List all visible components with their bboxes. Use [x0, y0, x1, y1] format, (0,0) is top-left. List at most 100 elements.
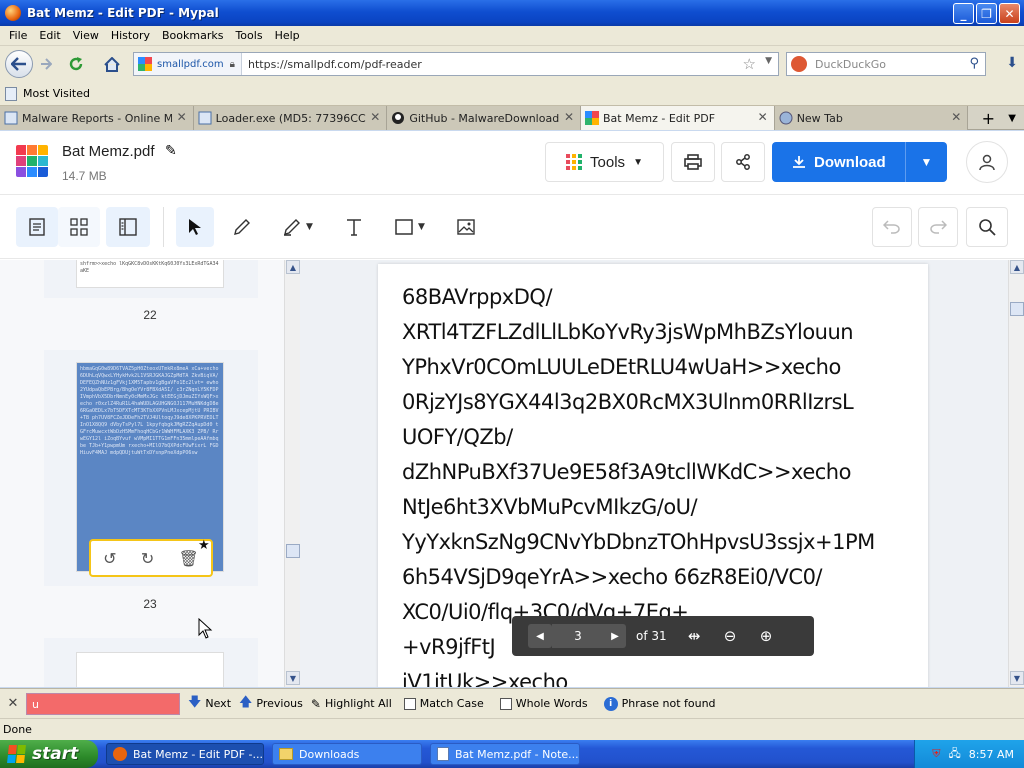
- page-thumbnail-22[interactable]: shfrm>>xecho lKqGKC8vDOsKKtKq60J0Ys3LExR…: [76, 260, 224, 288]
- smallpdf-app: Bat Memz.pdf ✎ 14.7 MB Tools ▼ Download …: [0, 131, 1024, 687]
- document-viewer[interactable]: 68BAVrppxDQ/ XRTl4TZFLZdlLlLbKoYvRy3jsWp…: [300, 260, 1008, 687]
- site-identity-badge[interactable]: smallpdf.com 🔒︎: [134, 53, 242, 75]
- url-text[interactable]: https://smallpdf.com/pdf-reader: [242, 58, 422, 71]
- next-page-chevron-icon[interactable]: ▶: [604, 624, 626, 648]
- pen-tool-button[interactable]: [222, 207, 262, 247]
- close-window-button[interactable]: ✕: [999, 3, 1020, 24]
- tab-close-icon[interactable]: ✕: [758, 110, 768, 124]
- whole-words-checkbox[interactable]: Whole Words: [499, 697, 588, 710]
- start-button[interactable]: start: [0, 740, 98, 768]
- zoom-out-icon[interactable]: ⊖: [712, 627, 748, 645]
- scrollbar-thumb[interactable]: [286, 544, 300, 558]
- checkbox-box[interactable]: [499, 697, 512, 710]
- reload-button[interactable]: [63, 51, 89, 77]
- fit-width-icon[interactable]: ⇹: [676, 627, 712, 645]
- thumbnail-scrollbar[interactable]: ▲ ▼: [284, 260, 300, 687]
- page-text-line: 0RjzYJs8YGX44l3q2BX0RcMX3Ulnm0RRlIzrsL: [402, 390, 854, 414]
- page-number-input[interactable]: 3: [552, 624, 604, 648]
- security-shield-icon[interactable]: ⛨: [932, 747, 940, 761]
- forward-button[interactable]: [33, 51, 59, 77]
- download-options-chevron-icon[interactable]: ▼: [906, 155, 947, 169]
- new-tab-plus-icon[interactable]: +: [976, 106, 1000, 130]
- tab-bat-memz[interactable]: Bat Memz - Edit PDF ✕: [581, 106, 775, 130]
- clock[interactable]: 8:57 AM: [969, 748, 1014, 761]
- back-button[interactable]: [5, 50, 33, 78]
- menu-view[interactable]: View: [67, 29, 105, 42]
- user-account-button[interactable]: [966, 141, 1008, 183]
- grid-view-button[interactable]: [58, 207, 100, 247]
- search-document-button[interactable]: [966, 207, 1008, 247]
- menu-history[interactable]: History: [105, 29, 156, 42]
- tab-list-dropdown-icon[interactable]: ▼: [1000, 106, 1024, 130]
- sidebar-thumbnails-toggle[interactable]: [106, 207, 150, 247]
- most-visited-bookmark[interactable]: Most Visited: [23, 87, 90, 100]
- scrollbar-thumb[interactable]: [1010, 302, 1024, 316]
- forward-arrow-icon: [41, 58, 52, 70]
- page-thumbnail-24[interactable]: [76, 652, 224, 687]
- image-tool-button[interactable]: [446, 207, 486, 247]
- taskbar-item-downloads[interactable]: Downloads: [272, 743, 422, 765]
- tools-grid-icon: [566, 154, 583, 170]
- highlight-all-button[interactable]: ✎ Highlight All: [311, 697, 392, 711]
- tab-close-icon[interactable]: ✕: [370, 110, 380, 124]
- match-case-checkbox[interactable]: Match Case: [403, 697, 484, 710]
- find-previous-button[interactable]: 🡅 Previous: [239, 693, 303, 715]
- network-icon[interactable]: 🖧︎: [949, 745, 961, 764]
- rename-pencil-icon[interactable]: ✎: [165, 143, 177, 159]
- menu-edit[interactable]: Edit: [33, 29, 66, 42]
- scroll-down-arrow-icon[interactable]: ▼: [1010, 671, 1024, 685]
- tab-close-icon[interactable]: ✕: [177, 110, 187, 124]
- search-icon[interactable]: ⚲: [969, 56, 979, 71]
- url-bar[interactable]: smallpdf.com 🔒︎ https://smallpdf.com/pdf…: [133, 52, 779, 76]
- rotate-left-icon[interactable]: ↺: [103, 549, 116, 568]
- scroll-up-arrow-icon[interactable]: ▲: [286, 260, 300, 274]
- tab-loader-exe[interactable]: Loader.exe (MD5: 77396CCF... ✕: [193, 106, 388, 130]
- info-icon: i: [603, 696, 618, 711]
- home-button[interactable]: [99, 51, 125, 77]
- tab-new-tab[interactable]: New Tab ✕: [774, 106, 969, 130]
- rotate-right-icon[interactable]: ↻: [141, 549, 154, 568]
- thumbnail-card-22[interactable]: shfrm>>xecho lKqGKC8vDOsKKtKq60J0Ys3LExR…: [44, 260, 258, 298]
- tab-close-icon[interactable]: ✕: [951, 110, 961, 124]
- menu-bar: File Edit View History Bookmarks Tools H…: [0, 26, 1024, 46]
- share-button[interactable]: [721, 142, 765, 182]
- menu-bookmarks[interactable]: Bookmarks: [156, 29, 229, 42]
- zoom-in-icon[interactable]: ⊕: [748, 627, 784, 645]
- shape-tool-button[interactable]: ▼: [382, 207, 438, 247]
- tab-malware-reports[interactable]: Malware Reports - Online Mal... ✕: [0, 106, 194, 130]
- single-page-view-button[interactable]: [16, 207, 58, 247]
- text-tool-button[interactable]: [334, 207, 374, 247]
- maximize-button[interactable]: ❐: [976, 3, 997, 24]
- search-box[interactable]: DuckDuckGo ⚲: [786, 52, 986, 76]
- tab-label: New Tab: [796, 111, 843, 125]
- taskbar-item-notepad[interactable]: Bat Memz.pdf - Note...: [430, 743, 580, 765]
- find-next-button[interactable]: 🡇 Next: [188, 693, 231, 715]
- tab-close-icon[interactable]: ✕: [564, 110, 574, 124]
- menu-help[interactable]: Help: [269, 29, 306, 42]
- previous-page-chevron-icon[interactable]: ◀: [528, 624, 552, 648]
- menu-tools[interactable]: Tools: [229, 29, 268, 42]
- thumbnail-panel: shfrm>>xecho lKqGKC8vDOsKKtKq60J0Ys3LExR…: [0, 260, 300, 687]
- print-button[interactable]: [671, 142, 715, 182]
- tab-github[interactable]: GitHub - MalwareDownload/Vi... ✕: [387, 106, 582, 130]
- delete-page-trash-icon[interactable]: 🗑︎: [179, 549, 199, 568]
- undo-button[interactable]: [872, 207, 912, 247]
- menu-file[interactable]: File: [3, 29, 33, 42]
- downloads-arrow-icon[interactable]: ⬇: [1006, 55, 1018, 71]
- download-button[interactable]: Download ▼: [772, 142, 947, 182]
- checkbox-box[interactable]: [403, 697, 416, 710]
- thumbnail-card-24[interactable]: [44, 638, 258, 687]
- find-close-icon[interactable]: ✕: [0, 696, 26, 711]
- redo-button[interactable]: [918, 207, 958, 247]
- minimize-button[interactable]: _: [953, 3, 974, 24]
- find-input[interactable]: u: [26, 692, 180, 715]
- scroll-up-arrow-icon[interactable]: ▲: [1010, 260, 1024, 274]
- taskbar-item-browser[interactable]: Bat Memz - Edit PDF -...: [106, 743, 264, 765]
- document-scrollbar[interactable]: ▲ ▼: [1008, 260, 1024, 687]
- select-tool-button[interactable]: [176, 207, 214, 247]
- tools-menu-button[interactable]: Tools ▼: [545, 142, 664, 182]
- url-dropdown-icon[interactable]: ▼: [765, 56, 772, 66]
- bookmark-star-icon[interactable]: ☆: [743, 55, 756, 73]
- highlighter-tool-button[interactable]: ▼: [270, 207, 326, 247]
- scroll-down-arrow-icon[interactable]: ▼: [286, 671, 300, 685]
